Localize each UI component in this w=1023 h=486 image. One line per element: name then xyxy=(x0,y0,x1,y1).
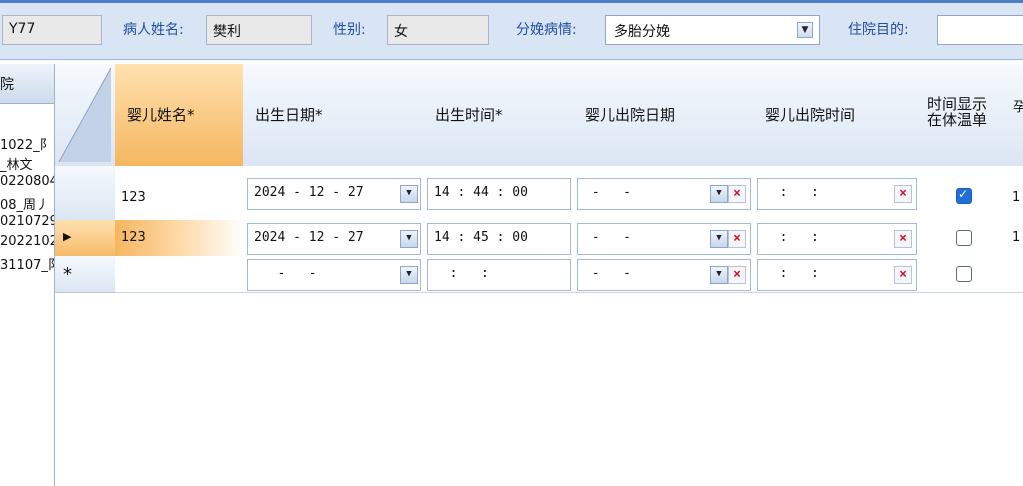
current-row-arrow-icon: ▶ xyxy=(63,230,72,243)
show-in-temp-chart-checkbox[interactable] xyxy=(956,187,972,204)
patient-name-label: 病人姓名: xyxy=(123,22,184,38)
column-header-discharge-time[interactable]: 婴儿出院时间 xyxy=(753,64,920,167)
patient-name-value: 樊利 xyxy=(213,24,241,40)
list-item[interactable]: 2022102 xyxy=(0,234,54,249)
patient-list-header-label: 院 xyxy=(0,77,14,93)
row-header-new[interactable]: * xyxy=(55,256,116,293)
discharge-date-picker[interactable]: - - ▼ × xyxy=(577,223,751,255)
discharge-time-cell: : : × xyxy=(753,220,920,257)
pregnancy-count-cell[interactable]: 1 xyxy=(1009,220,1023,257)
admission-purpose-field[interactable] xyxy=(937,15,1023,45)
list-item[interactable]: 08_周丿 xyxy=(0,194,49,213)
birth-date-picker[interactable]: 2024 - 12 - 27 ▼ xyxy=(247,223,421,255)
list-item[interactable]: 0220804 xyxy=(0,174,54,189)
discharge-time-cell: : : × xyxy=(753,166,920,221)
chevron-down-icon[interactable]: ▼ xyxy=(710,230,728,248)
delivery-condition-label: 分娩病情: xyxy=(516,22,577,38)
clear-icon[interactable]: × xyxy=(894,185,912,203)
chevron-down-icon[interactable]: ▼ xyxy=(400,230,418,248)
delivery-condition-select[interactable]: 多胎分娩 ▼ xyxy=(605,15,820,45)
pregnancy-count-cell[interactable] xyxy=(1009,256,1023,293)
column-header-pregnancy-count[interactable]: 孕次 xyxy=(1009,64,1023,167)
birth-time-input[interactable]: : : xyxy=(427,259,571,291)
gender-field[interactable]: 女 xyxy=(387,15,489,45)
row-header-current[interactable]: ▶ xyxy=(55,220,116,257)
gender-value: 女 xyxy=(394,24,408,40)
select-all-corner-icon xyxy=(58,67,112,163)
clear-icon[interactable]: × xyxy=(728,185,746,203)
birth-date-cell: 2024 - 12 - 27 ▼ xyxy=(243,166,424,221)
clear-icon[interactable]: × xyxy=(894,230,912,248)
column-header-baby-name[interactable]: 婴儿姓名* xyxy=(115,64,244,167)
record-number-value: Y77 xyxy=(9,21,36,37)
list-item[interactable]: 0210729 xyxy=(0,214,54,229)
admission-purpose-label: 住院目的: xyxy=(848,22,909,38)
discharge-date-picker[interactable]: - - ▼ × xyxy=(577,259,751,291)
baby-name-cell[interactable]: 123 xyxy=(115,166,244,221)
birth-date-cell: - - ▼ xyxy=(243,256,424,293)
show-in-temp-chart-checkbox[interactable] xyxy=(956,266,972,282)
show-temp-cell xyxy=(919,220,1010,257)
column-header-birth-date[interactable]: 出生日期* xyxy=(243,64,424,167)
birth-time-input[interactable]: 14 : 44 : 00 xyxy=(427,178,571,210)
birth-time-cell: : : xyxy=(423,256,574,293)
list-item[interactable]: 31107_阝 xyxy=(0,254,54,273)
discharge-date-picker[interactable]: - - ▼ × xyxy=(577,178,751,210)
clear-icon[interactable]: × xyxy=(728,230,746,248)
discharge-time-input[interactable]: : : × xyxy=(757,259,917,291)
baby-info-grid: 婴儿姓名* 出生日期* 出生时间* 婴儿出院日期 婴儿出院时间 时间显示 在体温… xyxy=(55,64,1023,486)
discharge-time-cell: : : × xyxy=(753,256,920,293)
discharge-time-input[interactable]: : : × xyxy=(757,178,917,210)
baby-name-cell[interactable]: 123 xyxy=(115,220,244,257)
patient-name-field[interactable]: 樊利 xyxy=(206,15,312,45)
discharge-date-cell: - - ▼ × xyxy=(573,220,754,257)
new-row-asterisk-icon: * xyxy=(63,264,72,285)
birth-date-picker[interactable]: - - ▼ xyxy=(247,259,421,291)
baby-name-cell[interactable] xyxy=(115,256,244,293)
chevron-down-icon[interactable]: ▼ xyxy=(710,266,728,284)
show-in-temp-chart-checkbox[interactable] xyxy=(956,230,972,246)
column-header-show-in-temp-chart[interactable]: 时间显示 在体温单 xyxy=(919,64,1010,167)
show-temp-cell xyxy=(919,166,1010,221)
birth-date-cell: 2024 - 12 - 27 ▼ xyxy=(243,220,424,257)
show-temp-cell xyxy=(919,256,1010,293)
chevron-down-icon[interactable]: ▼ xyxy=(400,266,418,284)
chevron-down-icon[interactable]: ▼ xyxy=(797,22,813,38)
gender-label: 性别: xyxy=(333,22,366,38)
list-item[interactable]: _林文 xyxy=(0,154,33,173)
column-header-birth-time[interactable]: 出生时间* xyxy=(423,64,574,167)
discharge-date-cell: - - ▼ × xyxy=(573,256,754,293)
list-item[interactable]: 1022_阝 xyxy=(0,134,53,153)
birth-time-cell: 14 : 44 : 00 xyxy=(423,166,574,221)
delivery-condition-value: 多胎分娩 xyxy=(614,24,670,40)
patient-info-bar: Y77 病人姓名: 樊利 性别: 女 分娩病情: 多胎分娩 ▼ 住院目的: xyxy=(0,0,1023,60)
grid-corner[interactable] xyxy=(55,64,116,167)
birth-time-input[interactable]: 14 : 45 : 00 xyxy=(427,223,571,255)
patient-list-header: 院 xyxy=(0,64,54,104)
chevron-down-icon[interactable]: ▼ xyxy=(710,185,728,203)
record-number-field[interactable]: Y77 xyxy=(2,15,102,45)
birth-date-picker[interactable]: 2024 - 12 - 27 ▼ xyxy=(247,178,421,210)
column-header-discharge-date[interactable]: 婴儿出院日期 xyxy=(573,64,754,167)
row-header[interactable] xyxy=(55,166,116,221)
discharge-time-input[interactable]: : : × xyxy=(757,223,917,255)
clear-icon[interactable]: × xyxy=(728,266,746,284)
birth-time-cell: 14 : 45 : 00 xyxy=(423,220,574,257)
patient-list-panel: 院 1022_阝 _林文 0220804 08_周丿 0210729 20221… xyxy=(0,64,55,486)
discharge-date-cell: - - ▼ × xyxy=(573,166,754,221)
clear-icon[interactable]: × xyxy=(894,266,912,284)
pregnancy-count-cell[interactable]: 1 xyxy=(1009,166,1023,221)
chevron-down-icon[interactable]: ▼ xyxy=(400,185,418,203)
